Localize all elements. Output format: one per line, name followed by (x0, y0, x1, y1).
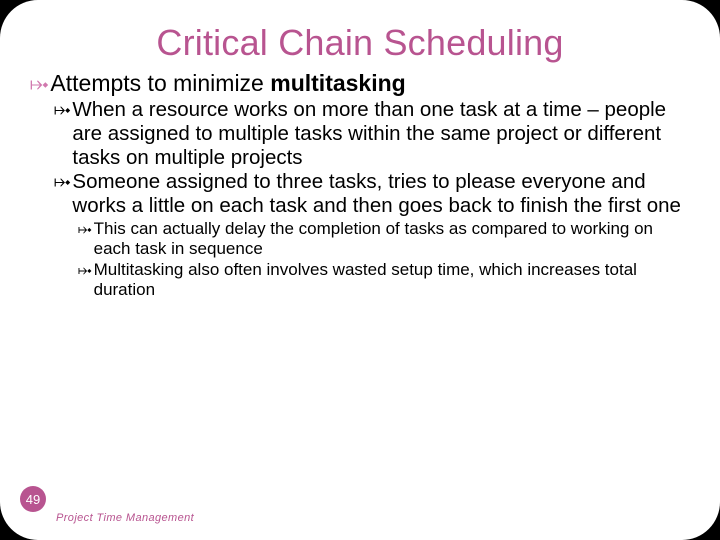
bullet-icon: ⤠ (30, 70, 48, 97)
bullet-level2: ⤠ Someone assigned to three tasks, tries… (54, 170, 692, 218)
bullet-icon: ⤠ (78, 219, 92, 239)
bullet-level1: ⤠ Attempts to minimize multitasking (30, 70, 692, 97)
bullet-level3: ⤠ Multitasking also often involves waste… (78, 260, 692, 300)
bullet-level3-text: Multitasking also often involves wasted … (94, 260, 692, 300)
bullet-level2: ⤠ When a resource works on more than one… (54, 98, 692, 169)
bullet-level1-text: Attempts to minimize multitasking (50, 70, 692, 97)
text-plain: Attempts to minimize (50, 70, 270, 96)
slide: Critical Chain Scheduling ⤠ Attempts to … (0, 0, 720, 540)
bullet-icon: ⤠ (54, 98, 70, 122)
bullet-icon: ⤠ (54, 170, 70, 194)
bullet-level3: ⤠ This can actually delay the completion… (78, 219, 692, 259)
bullet-icon: ⤠ (78, 260, 92, 280)
slide-title: Critical Chain Scheduling (28, 22, 692, 64)
footer-label: Project Time Management (56, 512, 194, 524)
text-bold: multitasking (270, 70, 405, 96)
bullet-level2-text: When a resource works on more than one t… (72, 98, 692, 169)
page-number-badge: 49 (20, 486, 46, 512)
bullet-level2-text: Someone assigned to three tasks, tries t… (72, 170, 692, 218)
bullet-level3-text: This can actually delay the completion o… (94, 219, 692, 259)
